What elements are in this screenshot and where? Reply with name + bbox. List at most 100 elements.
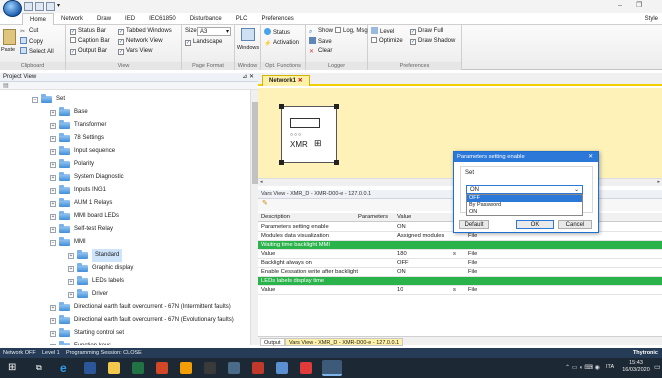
option-off[interactable]: OFF: [467, 195, 582, 202]
word-icon[interactable]: [84, 362, 96, 374]
tab-ied[interactable]: IED: [118, 13, 142, 25]
set-select[interactable]: ON ⌄: [466, 185, 583, 194]
expand-icon[interactable]: +: [50, 122, 56, 129]
clock[interactable]: 15:43 16/03/2020: [621, 360, 651, 374]
draw-shadow-checkbox[interactable]: ✓ Draw Shadow: [410, 37, 455, 46]
expand-icon[interactable]: +: [68, 278, 74, 285]
tabbed-windows-checkbox[interactable]: ✓ Tabbed Windows: [118, 27, 172, 36]
active-app-icon[interactable]: [322, 360, 342, 376]
ok-button[interactable]: OK: [516, 220, 554, 229]
cut-button[interactable]: ✂ Cut: [20, 27, 38, 36]
tree-item[interactable]: − MMI: [50, 236, 86, 249]
pin-icon[interactable]: ⊿ ✕: [242, 73, 254, 82]
expand-icon[interactable]: +: [50, 161, 56, 168]
explorer-icon[interactable]: [108, 362, 120, 374]
open-icon[interactable]: [46, 2, 55, 11]
table-row[interactable]: Enable Cessation write after backlight ON…: [258, 268, 662, 277]
notification-icon[interactable]: ▭: [654, 363, 661, 371]
close-icon[interactable]: ✕: [298, 78, 303, 84]
table-row[interactable]: Modules data visualization Assigned modul…: [258, 232, 662, 241]
app-menu-button[interactable]: [3, 0, 22, 17]
tab-home[interactable]: Home: [22, 12, 55, 25]
expand-icon[interactable]: +: [50, 226, 56, 233]
save-icon[interactable]: [35, 2, 44, 11]
tree-item[interactable]: + Transformer: [50, 119, 106, 132]
expand-icon[interactable]: +: [50, 135, 56, 142]
write-icon[interactable]: ✎: [262, 200, 268, 207]
restore-icon[interactable]: ❐: [636, 1, 642, 9]
tray-icons[interactable]: ⌃ ▭ ◖ ⌨ ◉: [565, 364, 600, 371]
expand-icon[interactable]: +: [50, 148, 56, 155]
table-row[interactable]: Value 10 s File: [258, 286, 662, 295]
app-icon[interactable]: [228, 362, 240, 374]
section-row[interactable]: Waiting time backlight MMI: [258, 241, 662, 250]
output-bar-checkbox[interactable]: ✓ Output Bar: [70, 47, 107, 56]
tab-network[interactable]: Network: [54, 13, 90, 25]
tree-item[interactable]: + MMI board LEDs: [50, 210, 119, 223]
caption-bar-checkbox[interactable]: Caption Bar: [70, 37, 110, 46]
app-icon[interactable]: [276, 362, 288, 374]
resize-handle[interactable]: [334, 160, 339, 165]
tab-disturbance[interactable]: Disturbance: [183, 13, 229, 25]
clear-log-button[interactable]: ✕ Clear: [309, 47, 332, 56]
tree-item[interactable]: + Self-test Relay: [50, 223, 113, 236]
log-msg-checkbox[interactable]: Log, Msg: [335, 27, 368, 36]
draw-full-checkbox[interactable]: ✓ Draw Full: [410, 27, 443, 36]
tree-item[interactable]: + Directional earth fault overcurrent - 6…: [50, 314, 234, 327]
tree-item[interactable]: − Set: [32, 93, 65, 106]
size-select[interactable]: A3 ▾: [197, 27, 231, 36]
app-icon[interactable]: [180, 362, 192, 374]
network-view-checkbox[interactable]: ✓ Network View: [118, 37, 163, 46]
tree-item[interactable]: + AUM 1 Relays: [50, 197, 112, 210]
expand-icon[interactable]: +: [50, 200, 56, 207]
select-all-button[interactable]: Select All: [20, 47, 54, 56]
tree-item[interactable]: + Function keys: [50, 340, 111, 345]
tab-network1[interactable]: Network1 ✕: [262, 75, 310, 86]
windows-button[interactable]: Windows: [235, 45, 261, 51]
expand-icon[interactable]: +: [50, 213, 56, 220]
pdf-icon[interactable]: [300, 362, 312, 374]
resize-handle[interactable]: [279, 104, 284, 109]
excel-icon[interactable]: [132, 362, 144, 374]
section-row[interactable]: LEDs labels display time: [258, 277, 662, 286]
activation-button[interactable]: ⚡ Activation: [264, 39, 299, 48]
windows-icon[interactable]: [241, 28, 255, 41]
style-menu[interactable]: Style: [645, 16, 662, 22]
scroll-left-icon[interactable]: ◂: [260, 179, 263, 185]
tree-item[interactable]: + Starting control set: [50, 327, 124, 340]
expand-icon[interactable]: +: [50, 187, 56, 194]
tab-iec61850[interactable]: IEC61850: [142, 13, 183, 25]
expand-icon[interactable]: +: [68, 252, 74, 259]
expand-icon[interactable]: +: [50, 317, 56, 324]
status-bar-checkbox[interactable]: ✓ Status Bar: [70, 27, 106, 36]
xmr-device-block[interactable]: ○○○ XMR ⊞: [279, 104, 339, 165]
windows-start-icon[interactable]: ⊞: [8, 362, 20, 374]
expand-icon[interactable]: +: [50, 174, 56, 181]
app-icon[interactable]: [204, 362, 216, 374]
option-by-password[interactable]: By Password: [467, 202, 582, 209]
column-header[interactable]: Parameters: [358, 213, 388, 222]
expand-icon[interactable]: +: [68, 265, 74, 272]
tree-item[interactable]: + System Diagnostic: [50, 171, 124, 184]
expand-icon[interactable]: +: [50, 109, 56, 116]
status-button[interactable]: Status: [264, 28, 290, 37]
tab-output[interactable]: Output: [260, 338, 285, 346]
tab-draw[interactable]: Draw: [90, 13, 118, 25]
powerpoint-icon[interactable]: [156, 362, 168, 374]
tree-item[interactable]: + Input sequence: [50, 145, 115, 158]
resize-handle[interactable]: [279, 160, 284, 165]
column-header[interactable]: Value: [397, 213, 411, 222]
tab-plc[interactable]: PLC: [229, 13, 255, 25]
tab-preferences[interactable]: Preferences: [254, 13, 300, 25]
tree-item[interactable]: + Driver: [68, 288, 108, 301]
default-button[interactable]: Default: [459, 220, 489, 229]
collapse-icon[interactable]: −: [50, 239, 56, 246]
paste-icon[interactable]: [3, 29, 16, 45]
option-on[interactable]: ON: [467, 209, 582, 216]
scroll-right-icon[interactable]: ▸: [657, 179, 660, 185]
tree-item[interactable]: + LEDs labels: [68, 275, 124, 288]
tree-options-icon[interactable]: ▤: [3, 83, 9, 89]
tree-item[interactable]: + Standard: [68, 249, 123, 262]
app-icon[interactable]: [252, 362, 264, 374]
tree-item[interactable]: + Polarity: [50, 158, 94, 171]
